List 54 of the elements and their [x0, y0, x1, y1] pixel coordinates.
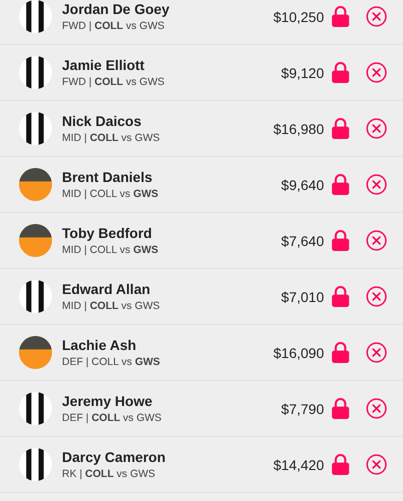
- player-price: $7,640: [281, 232, 324, 248]
- lock-icon[interactable]: [331, 5, 350, 28]
- striped-guernsey-icon: [19, 392, 52, 425]
- two-tone-guernsey-icon: [19, 224, 52, 257]
- player-price: $7,010: [281, 288, 324, 304]
- lock-icon[interactable]: [331, 397, 350, 420]
- player-details: FWD | COLL vs GWS: [62, 20, 166, 32]
- player-name: Jordan De Goey: [62, 1, 170, 17]
- player-name: Nick Daicos: [62, 113, 142, 129]
- player-price: $14,420: [273, 456, 324, 472]
- remove-icon[interactable]: [366, 62, 387, 83]
- lock-icon[interactable]: [331, 229, 350, 252]
- player-price: $9,640: [281, 176, 324, 192]
- remove-icon[interactable]: [366, 6, 387, 27]
- two-tone-guernsey-icon: [19, 336, 52, 369]
- remove-icon[interactable]: [366, 118, 387, 139]
- remove-icon[interactable]: [366, 230, 387, 251]
- remove-icon[interactable]: [366, 454, 387, 475]
- lock-icon[interactable]: [331, 285, 350, 308]
- player-details: FWD | COLL vs GWS: [62, 76, 166, 88]
- player-price: $10,250: [273, 8, 324, 24]
- striped-guernsey-icon: [19, 56, 52, 89]
- player-name: Edward Allan: [62, 281, 152, 297]
- lock-icon[interactable]: [331, 453, 350, 476]
- player-name: Toby Bedford: [62, 225, 153, 241]
- player-details: MID | COLL vs GWS: [62, 188, 160, 200]
- striped-guernsey-icon: [19, 112, 52, 145]
- remove-icon[interactable]: [366, 286, 387, 307]
- player-price: $16,980: [273, 120, 324, 136]
- player-name: Brent Daniels: [62, 169, 154, 185]
- remove-icon[interactable]: [366, 398, 387, 419]
- player-name: Jeremy Howe: [62, 393, 154, 409]
- striped-guernsey-icon: [19, 448, 52, 481]
- player-name: Lachie Ash: [62, 337, 138, 353]
- remove-icon[interactable]: [366, 174, 387, 195]
- player-name: Darcy Cameron: [62, 449, 166, 465]
- player-price: $7,790: [281, 400, 324, 416]
- lock-icon[interactable]: [331, 341, 350, 364]
- player-details: MID | COLL vs GWS: [62, 244, 160, 256]
- lock-icon[interactable]: [331, 61, 350, 84]
- player-details: DEF | COLL vs GWS: [62, 356, 162, 368]
- lock-icon[interactable]: [331, 173, 350, 196]
- player-name: Jamie Elliott: [62, 57, 146, 73]
- striped-guernsey-icon: [19, 0, 52, 33]
- two-tone-guernsey-icon: [19, 168, 52, 201]
- player-details: MID | COLL vs GWS: [62, 300, 161, 312]
- remove-icon[interactable]: [366, 342, 387, 363]
- player-price: $16,090: [273, 344, 324, 360]
- player-details: RK | COLL vs GWS: [62, 468, 156, 480]
- player-details: DEF | COLL vs GWS: [62, 412, 163, 424]
- lock-icon[interactable]: [331, 117, 350, 140]
- striped-guernsey-icon: [19, 280, 52, 313]
- player-price: $9,120: [281, 64, 324, 80]
- player-details: MID | COLL vs GWS: [62, 132, 161, 144]
